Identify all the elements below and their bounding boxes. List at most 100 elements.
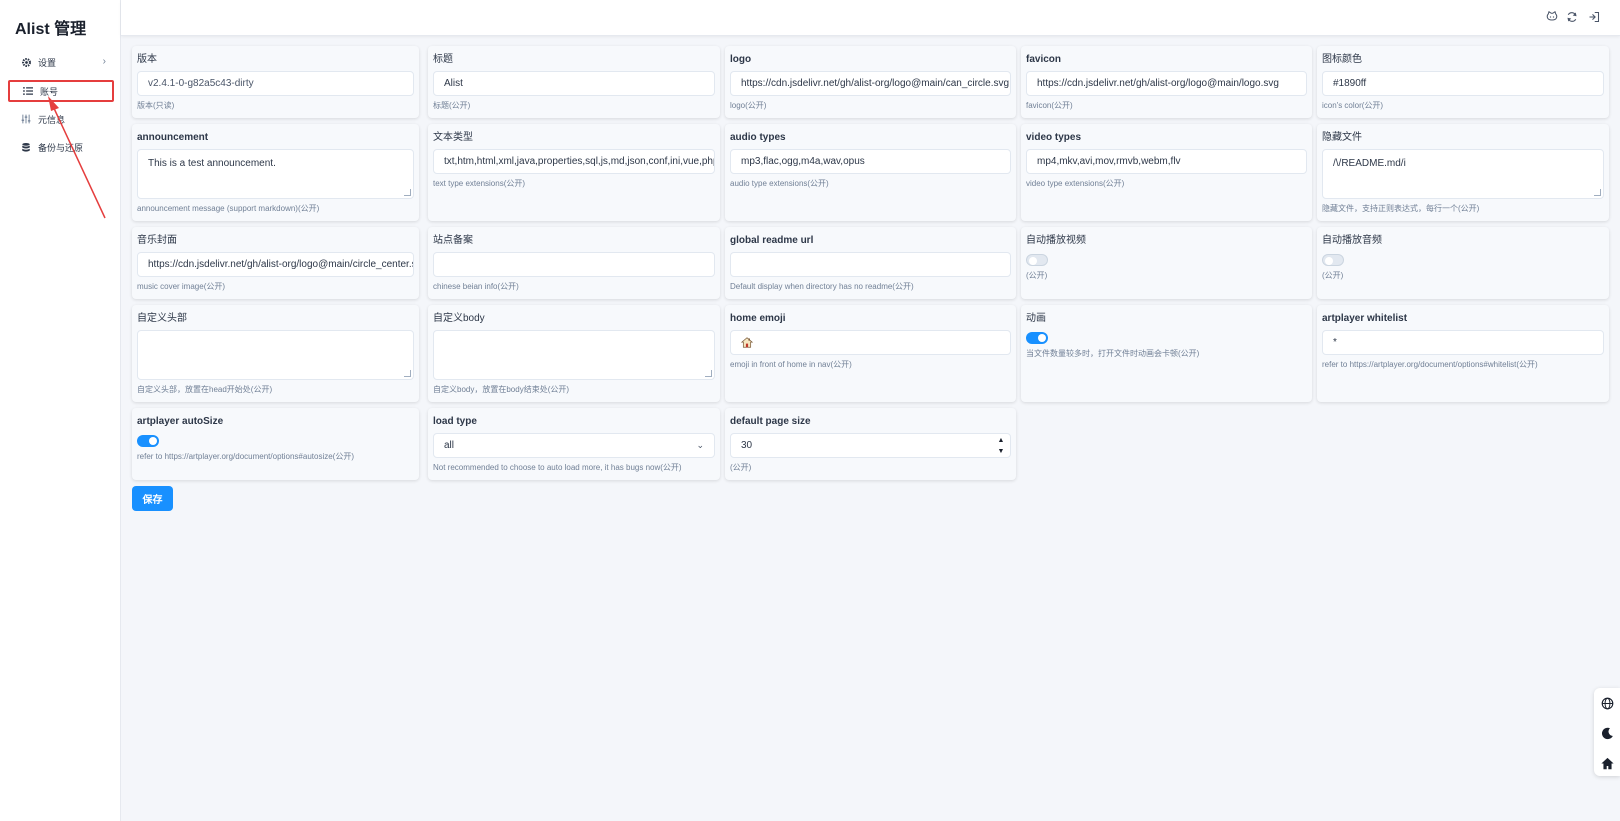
setting-music-cover: 音乐封面 https://cdn.jsdelivr.net/gh/alist-o… — [132, 227, 419, 299]
setting-version: 版本 v2.4.1-0-g82a5c43-dirty 版本(只读) — [132, 46, 419, 118]
video-types-input[interactable]: mp4,mkv,avi,mov,rmvb,webm,flv — [1026, 149, 1307, 174]
setting-hint: icon's color(公开) — [1322, 101, 1384, 110]
setting-label: 自定义头部 — [137, 313, 187, 324]
load-type-select[interactable]: all ⌄ — [433, 433, 715, 458]
setting-text-types: 文本类型 txt,htm,html,xml,java,properties,sq… — [428, 124, 720, 221]
music-cover-input[interactable]: https://cdn.jsdelivr.net/gh/alist-org/lo… — [137, 252, 414, 277]
setting-hint: (公开) — [1322, 271, 1344, 280]
sidebar-item-label: 备份与还原 — [38, 142, 84, 153]
number-stepper[interactable]: ▲ ▼ — [996, 435, 1006, 457]
icon-color-input[interactable]: #1890ff — [1322, 71, 1604, 96]
setting-custom-head: 自定义头部 自定义头部，放置在head开始处(公开) — [132, 305, 419, 402]
setting-hint: 隐藏文件，支持正则表达式，每行一个(公开) — [1322, 204, 1480, 213]
setting-announcement: announcement This is a test announcement… — [132, 124, 419, 221]
title-input[interactable]: Alist — [433, 71, 715, 96]
home-emoji-input[interactable] — [730, 330, 1011, 355]
announcement-textarea[interactable]: This is a test announcement. — [137, 149, 414, 199]
setting-label: announcement — [137, 132, 209, 143]
setting-label: 自动播放音频 — [1322, 235, 1382, 246]
setting-label: 动画 — [1026, 313, 1046, 324]
setting-hint: logo(公开) — [730, 101, 767, 110]
setting-label: 音乐封面 — [137, 235, 177, 246]
setting-hint: Default display when directory has no re… — [730, 282, 914, 291]
setting-hint: Not recommended to choose to auto load m… — [433, 463, 682, 472]
setting-hint: 自定义头部，放置在head开始处(公开) — [137, 385, 273, 394]
setting-label: artplayer autoSize — [137, 416, 224, 427]
sidebar-item-accounts[interactable]: 账号 — [8, 80, 114, 102]
setting-video-types: video types mp4,mkv,avi,mov,rmvb,webm,fl… — [1021, 124, 1312, 221]
moon-icon[interactable] — [1600, 726, 1614, 740]
favicon-input[interactable]: https://cdn.jsdelivr.net/gh/alist-org/lo… — [1026, 71, 1307, 96]
gear-icon — [20, 56, 32, 68]
sidebar: Alist 管理 设置 › 账号 元信息 备份与还原 — [0, 0, 121, 821]
setting-audio-types: audio types mp3,flac,ogg,m4a,wav,opus au… — [725, 124, 1016, 221]
setting-label: load type — [433, 416, 477, 427]
sidebar-item-backup-restore[interactable]: 备份与还原 — [8, 136, 114, 158]
logo-input[interactable]: https://cdn.jsdelivr.net/gh/alist-org/lo… — [730, 71, 1011, 96]
setting-hide-files: 隐藏文件 /\/README.md/i 隐藏文件，支持正则表达式，每行一个(公开… — [1317, 124, 1609, 221]
setting-hint: 当文件数量较多时，打开文件时动画会卡顿(公开) — [1026, 349, 1200, 358]
default-page-size-input[interactable]: 30 ▲ ▼ — [730, 433, 1011, 458]
setting-hint: (公开) — [1026, 271, 1048, 280]
setting-hint: text type extensions(公开) — [433, 179, 526, 188]
text-types-input[interactable]: txt,htm,html,xml,java,properties,sql,js,… — [433, 149, 715, 174]
load-type-value: all — [444, 440, 455, 451]
save-button[interactable]: 保存 — [132, 486, 173, 511]
sliders-icon — [20, 113, 32, 125]
version-input[interactable]: v2.4.1-0-g82a5c43-dirty — [137, 71, 414, 96]
setting-label: global readme url — [730, 235, 814, 246]
setting-label: 图标颜色 — [1322, 54, 1362, 65]
setting-hint: favicon(公开) — [1026, 101, 1073, 110]
setting-hint: refer to https://artplayer.org/document/… — [137, 452, 354, 461]
autoplay-audio-switch[interactable] — [1322, 254, 1344, 266]
setting-artplayer-autosize: artplayer autoSize refer to https://artp… — [132, 408, 419, 480]
setting-logo: logo https://cdn.jsdelivr.net/gh/alist-o… — [725, 46, 1016, 118]
artplayer-autosize-switch[interactable] — [137, 435, 159, 447]
page-size-value: 30 — [741, 440, 753, 451]
house-emoji-icon — [740, 337, 754, 348]
setting-label: favicon — [1026, 54, 1062, 65]
setting-hint: announcement message (support markdown)(… — [137, 204, 320, 213]
setting-hint: audio type extensions(公开) — [730, 179, 829, 188]
audio-types-input[interactable]: mp3,flac,ogg,m4a,wav,opus — [730, 149, 1011, 174]
animation-switch[interactable] — [1026, 332, 1048, 344]
hide-files-textarea[interactable]: /\/README.md/i — [1322, 149, 1604, 199]
setting-hint: 自定义body，放置在body结束处(公开) — [433, 385, 570, 394]
autoplay-video-switch[interactable] — [1026, 254, 1048, 266]
logout-icon[interactable] — [1587, 10, 1601, 24]
setting-default-page-size: default page size 30 ▲ ▼ (公开) — [725, 408, 1016, 480]
sidebar-item-metas[interactable]: 元信息 — [8, 108, 114, 130]
setting-hint: refer to https://artplayer.org/document/… — [1322, 360, 1538, 369]
setting-beian: 站点备案 chinese beian info(公开) — [428, 227, 720, 299]
setting-hint: music cover image(公开) — [137, 282, 226, 291]
setting-label: home emoji — [730, 313, 786, 324]
github-icon[interactable] — [1545, 10, 1559, 24]
sidebar-item-label: 账号 — [40, 86, 59, 97]
setting-hint: video type extensions(公开) — [1026, 179, 1125, 188]
home-icon[interactable] — [1600, 756, 1614, 770]
setting-label: 文本类型 — [433, 132, 473, 143]
chevron-down-icon: ⌄ — [696, 440, 704, 450]
top-bar — [121, 0, 1620, 36]
app-title: Alist 管理 — [15, 21, 87, 38]
beian-input[interactable] — [433, 252, 715, 277]
setting-hint: (公开) — [730, 463, 752, 472]
setting-label: artplayer whitelist — [1322, 313, 1408, 324]
setting-label: 站点备案 — [433, 235, 473, 246]
sidebar-item-settings[interactable]: 设置 › — [8, 51, 114, 73]
custom-head-textarea[interactable] — [137, 330, 414, 380]
artplayer-whitelist-input[interactable]: * — [1322, 330, 1604, 355]
globe-icon[interactable] — [1600, 696, 1614, 710]
setting-animation: 动画 当文件数量较多时，打开文件时动画会卡顿(公开) — [1021, 305, 1312, 402]
sidebar-item-label: 设置 — [38, 57, 57, 68]
custom-body-textarea[interactable] — [433, 330, 715, 380]
setting-icon-color: 图标颜色 #1890ff icon's color(公开) — [1317, 46, 1609, 118]
setting-label: 自动播放视频 — [1026, 235, 1086, 246]
floating-toolbar — [1594, 688, 1620, 776]
global-readme-url-input[interactable] — [730, 252, 1011, 277]
setting-label: default page size — [730, 416, 811, 427]
setting-label: 版本 — [137, 54, 157, 65]
setting-autoplay-video: 自动播放视频 (公开) — [1021, 227, 1312, 299]
refresh-icon[interactable] — [1565, 10, 1579, 24]
setting-label: audio types — [730, 132, 786, 143]
